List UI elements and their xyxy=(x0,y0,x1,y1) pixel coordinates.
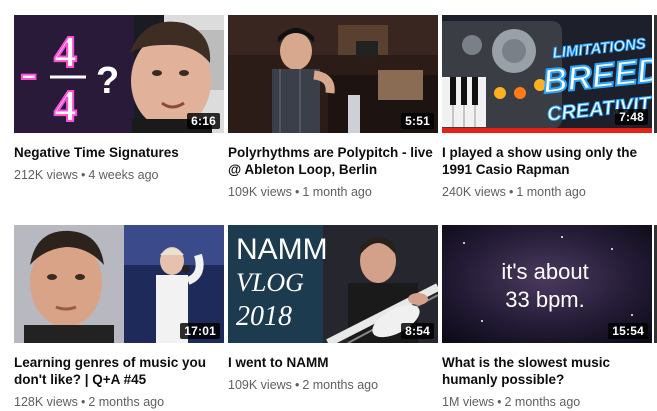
view-count: 128K views xyxy=(14,395,78,409)
meta-separator: • xyxy=(497,395,502,409)
video-meta: 1M views • 2 months ago xyxy=(442,394,652,410)
meta-separator: • xyxy=(80,395,86,409)
upload-age: 2 months ago xyxy=(88,395,165,409)
svg-text:VLOG: VLOG xyxy=(236,268,304,297)
view-count: 240K views xyxy=(442,185,506,199)
meta-separator: • xyxy=(294,185,300,199)
video-thumbnail[interactable]: 17:01 xyxy=(14,225,224,343)
video-meta: 240K views • 1 month ago xyxy=(442,184,652,200)
view-count: 212K views xyxy=(14,168,78,182)
video-meta: 109K views • 1 month ago xyxy=(228,184,438,200)
video-thumbnail[interactable]: LIMITATIONS BREED CREATIVITY 7:48 xyxy=(442,15,652,133)
upload-age: 1 month ago xyxy=(302,185,372,199)
meta-separator: • xyxy=(508,185,514,199)
view-count: 109K views xyxy=(228,378,292,392)
video-meta: 128K views • 2 months ago xyxy=(14,394,224,410)
video-card[interactable]: LIMITATIONS BREED CREATIVITY 7:48 I play… xyxy=(442,15,652,200)
svg-text:2018: 2018 xyxy=(236,301,292,332)
video-title[interactable]: Polyrhythms are Polypitch - live @ Ablet… xyxy=(228,144,438,178)
svg-text:it's about: it's about xyxy=(501,259,588,284)
video-thumbnail[interactable]: it's about 33 bpm. 15:54 xyxy=(442,225,652,343)
video-title[interactable]: Learning genres of music you don't like?… xyxy=(14,354,224,388)
meta-separator: • xyxy=(80,168,86,182)
upload-age: 4 weeks ago xyxy=(88,168,159,182)
view-count: 1M views xyxy=(442,395,495,409)
svg-text:NAMM: NAMM xyxy=(236,233,328,266)
svg-text:-: - xyxy=(20,44,37,101)
video-title[interactable]: Negative Time Signatures xyxy=(14,144,224,161)
video-card[interactable]: 17:01 Learning genres of music you don't… xyxy=(14,225,224,410)
video-duration: 15:54 xyxy=(608,323,648,339)
upload-age: 2 months ago xyxy=(302,378,379,392)
video-title[interactable]: I went to NAMM xyxy=(228,354,438,371)
video-meta: 109K views • 2 months ago xyxy=(228,377,438,393)
svg-text:?: ? xyxy=(96,60,119,102)
video-meta: 212K views • 4 weeks ago xyxy=(14,167,224,183)
video-card[interactable]: 5:51 Polyrhythms are Polypitch - live @ … xyxy=(228,15,438,200)
video-card[interactable]: NAMM VLOG 2018 8:54 I went to NAMM 109K … xyxy=(228,225,438,393)
video-duration: 7:48 xyxy=(615,109,648,125)
view-count: 109K views xyxy=(228,185,292,199)
video-title[interactable]: I played a show using only the 1991 Casi… xyxy=(442,144,652,178)
video-thumbnail[interactable]: - 4 4 ? 6:16 xyxy=(14,15,224,133)
video-duration: 6:16 xyxy=(187,113,220,129)
video-thumbnail[interactable]: NAMM VLOG 2018 8:54 xyxy=(228,225,438,343)
video-duration: 5:51 xyxy=(401,113,434,129)
svg-text:4: 4 xyxy=(54,26,77,77)
video-duration: 17:01 xyxy=(180,323,220,339)
video-card[interactable]: it's about 33 bpm. 15:54 What is the slo… xyxy=(442,225,652,410)
video-card[interactable]: - 4 4 ? 6:16 Negative Time Signatures 21… xyxy=(14,15,224,183)
meta-separator: • xyxy=(294,378,300,392)
video-thumbnail[interactable]: 5:51 xyxy=(228,15,438,133)
video-title[interactable]: What is the slowest music humanly possib… xyxy=(442,354,652,388)
upload-age: 1 month ago xyxy=(516,185,586,199)
svg-text:33 bpm.: 33 bpm. xyxy=(505,287,585,312)
upload-age: 2 months ago xyxy=(504,395,581,409)
video-duration: 8:54 xyxy=(401,323,434,339)
svg-text:4: 4 xyxy=(54,80,77,131)
